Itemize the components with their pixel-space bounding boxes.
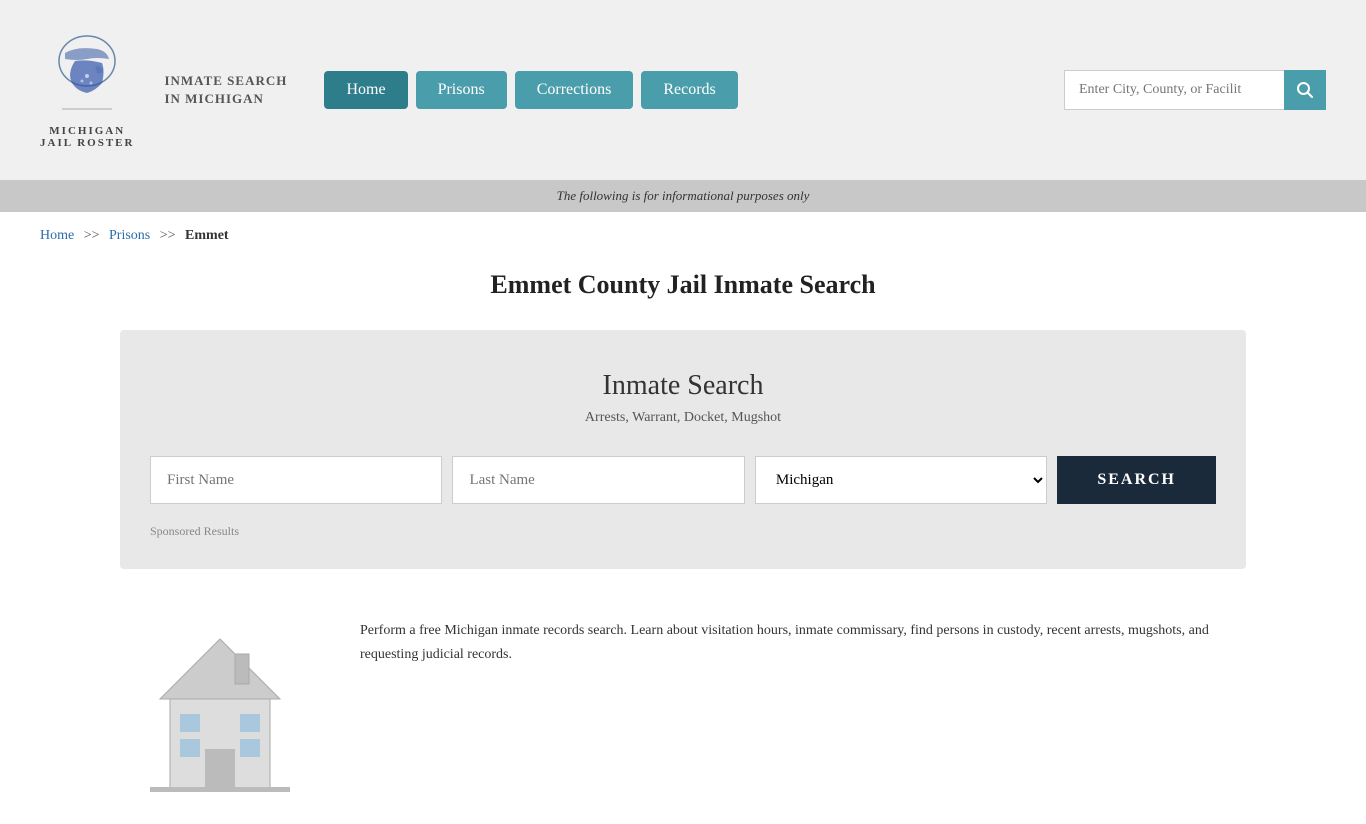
nav-corrections[interactable]: Corrections xyxy=(515,71,634,109)
search-icon xyxy=(1296,81,1314,99)
nav-home[interactable]: Home xyxy=(324,71,407,109)
first-name-input[interactable] xyxy=(150,456,442,504)
info-bar: The following is for informational purpo… xyxy=(0,180,1366,212)
inmate-search-box: Inmate Search Arrests, Warrant, Docket, … xyxy=(120,330,1246,569)
breadcrumb-prisons[interactable]: Prisons xyxy=(109,228,150,243)
site-title: INMATE SEARCH IN MICHIGAN xyxy=(164,72,294,108)
last-name-input[interactable] xyxy=(452,456,744,504)
search-fields: Michigan SEARCH xyxy=(150,456,1216,504)
search-submit-button[interactable]: SEARCH xyxy=(1057,456,1216,504)
sponsored-label: Sponsored Results xyxy=(150,524,1216,539)
logo-text: MICHIGAN JAIL ROSTER xyxy=(40,125,134,149)
page-title: Emmet County Jail Inmate Search xyxy=(0,270,1366,300)
logo-area: MICHIGAN JAIL ROSTER xyxy=(40,31,134,149)
building-icon xyxy=(120,619,320,799)
michigan-logo-icon xyxy=(47,31,127,121)
search-box-subtitle: Arrests, Warrant, Docket, Mugshot xyxy=(150,410,1216,426)
building-image xyxy=(120,619,320,804)
main-nav: Home Prisons Corrections Records xyxy=(324,71,1034,109)
nav-records[interactable]: Records xyxy=(641,71,737,109)
header-search-area xyxy=(1064,70,1326,110)
bottom-section: Perform a free Michigan inmate records s… xyxy=(0,599,1366,824)
bottom-description: Perform a free Michigan inmate records s… xyxy=(360,619,1246,667)
site-header: MICHIGAN JAIL ROSTER INMATE SEARCH IN MI… xyxy=(0,0,1366,180)
breadcrumb-home[interactable]: Home xyxy=(40,228,74,243)
header-search-input[interactable] xyxy=(1064,70,1284,110)
nav-prisons[interactable]: Prisons xyxy=(416,71,507,109)
search-box-title: Inmate Search xyxy=(150,370,1216,402)
breadcrumb-current: Emmet xyxy=(185,228,229,243)
breadcrumb-sep-2: >> xyxy=(160,228,176,243)
breadcrumb-sep-1: >> xyxy=(84,228,100,243)
info-bar-text: The following is for informational purpo… xyxy=(557,188,810,203)
breadcrumb: Home >> Prisons >> Emmet xyxy=(0,212,1366,260)
state-select[interactable]: Michigan xyxy=(755,456,1047,504)
header-search-button[interactable] xyxy=(1284,70,1326,110)
